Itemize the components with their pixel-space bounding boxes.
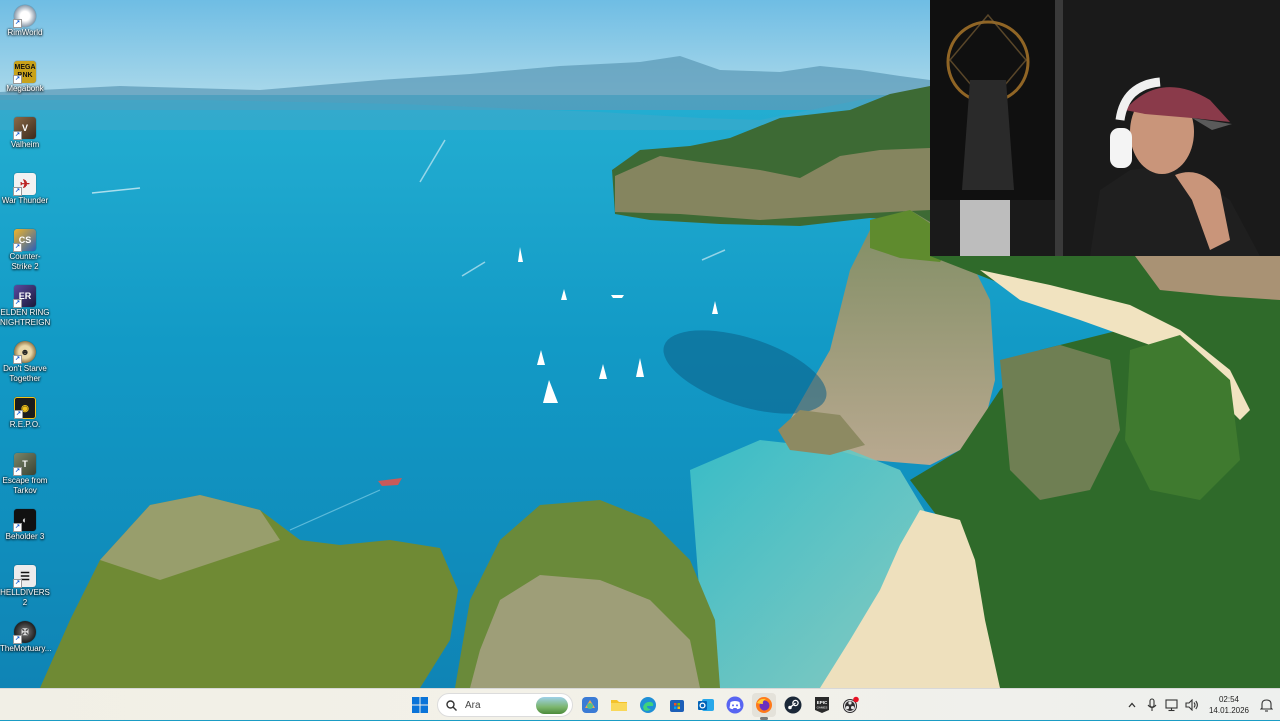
taskbar-apps: Ara EPIC GAMES (408, 693, 863, 720)
svg-text:GAMES: GAMES (817, 706, 828, 710)
clock-time: 02:54 (1218, 695, 1240, 704)
taskbar-clock[interactable]: 02:54 14.01.2026 (1206, 694, 1252, 716)
war-thunder-icon: ✈ ↗ (13, 173, 36, 196)
desktop-shortcut-helldivers-2[interactable]: ☰ ↗ HELLDIVERS 2 (0, 560, 50, 608)
epic-games-icon: EPICGAMES (815, 697, 829, 713)
volume-icon (1185, 699, 1198, 711)
epic-games-app[interactable]: EPIC GAMES (810, 693, 834, 717)
steam-app[interactable] (781, 693, 805, 717)
megabonk-icon: MEGA BNK ↗ (13, 61, 36, 84)
edge-app[interactable] (636, 693, 660, 717)
counter-strike-2-icon: CS ↗ (13, 229, 36, 252)
taskbar: Ara EPIC GAMES 02:54 14.01.2026 (0, 688, 1280, 720)
desktop-shortcut-dont-starve-together[interactable]: ☻ ↗ Don't Starve Together (0, 336, 50, 384)
desktop-shortcut-escape-from-tarkov[interactable]: T ↗ Escape from Tarkov (0, 448, 50, 496)
store-app[interactable] (665, 693, 689, 717)
store-icon (670, 700, 684, 712)
rimworld-icon: ↗ (13, 5, 36, 28)
dont-starve-together-icon: ☻ ↗ (13, 341, 36, 364)
repo-icon: ◉ ↗ (14, 397, 36, 419)
desktop-shortcut-label: TheMortuary... (0, 644, 52, 653)
discord-icon (726, 696, 744, 714)
helldivers-2-icon: ☰ ↗ (13, 565, 36, 588)
discord-app[interactable] (723, 693, 747, 717)
copilot-app[interactable] (578, 693, 602, 717)
obs-app[interactable] (839, 693, 863, 717)
taskbar-search-box[interactable]: Ara (437, 693, 573, 717)
file-explorer-app[interactable] (607, 693, 631, 717)
desktop-shortcut-label: HELLDIVERS 2 (0, 588, 50, 607)
obs-icon (843, 696, 859, 713)
desktop-shortcut-valheim[interactable]: V ↗ Valheim (0, 112, 50, 150)
search-icon (446, 699, 457, 711)
desktop-shortcut-label: Valheim (10, 140, 40, 149)
elden-ring-nightreign-icon: ER ↗ (13, 285, 36, 308)
system-tray: 02:54 14.01.2026 (1122, 689, 1280, 721)
network-icon (1165, 698, 1178, 711)
desktop-shortcut-beholder-3[interactable]: ◐ ↗ Beholder 3 (0, 504, 50, 542)
microphone-button[interactable] (1142, 695, 1162, 715)
desktop-shortcut-label: Don't Starve Together (3, 364, 47, 383)
valheim-icon: V ↗ (13, 117, 36, 140)
desktop-shortcut-label: RimWorld (7, 28, 43, 37)
desktop-shortcut-elden-ring-nightreign[interactable]: ER ↗ ELDEN RING NIGHTREIGN (0, 280, 50, 328)
desktop-shortcut-label: War Thunder (1, 196, 49, 205)
outlook-app[interactable] (694, 693, 718, 717)
show-hidden-icons-button[interactable] (1122, 695, 1142, 715)
search-placeholder: Ara (465, 699, 481, 711)
microphone-icon (1147, 698, 1157, 711)
start-button[interactable] (408, 693, 432, 717)
firefox-app[interactable] (752, 693, 776, 720)
beholder-3-icon: ◐ ↗ (13, 509, 36, 532)
windows-logo-icon (412, 697, 428, 713)
network-button[interactable] (1162, 695, 1182, 715)
firefox-icon (756, 697, 772, 713)
desktop-shortcut-megabonk[interactable]: MEGA BNK ↗ Megabonk (0, 56, 50, 94)
desktop-shortcut-rimworld[interactable]: ↗ RimWorld (0, 0, 50, 38)
desktop-shortcut-the-mortuary[interactable]: ✠ ↗ TheMortuary... (0, 616, 52, 654)
desktop-shortcut-counter-strike-2[interactable]: CS ↗ Counter-Strike 2 (0, 224, 50, 272)
desktop-shortcut-label: ELDEN RING NIGHTREIGN (0, 308, 51, 327)
chevron-up-icon (1128, 702, 1136, 708)
the-mortuary-icon: ✠ ↗ (13, 621, 36, 644)
notifications-button[interactable] (1256, 695, 1276, 715)
folder-icon (611, 700, 627, 711)
svg-text:EPIC: EPIC (817, 700, 828, 705)
webcam-overlay (930, 0, 1280, 256)
search-highlight-thumbnail (536, 697, 568, 714)
clock-date: 14.01.2026 (1208, 706, 1250, 715)
desktop-shortcut-war-thunder[interactable]: ✈ ↗ War Thunder (0, 168, 50, 206)
volume-button[interactable] (1182, 695, 1202, 715)
desktop-shortcut-label: Megabonk (6, 84, 44, 93)
desktop-shortcut-label: Escape from Tarkov (2, 476, 48, 495)
escape-from-tarkov-icon: T ↗ (13, 453, 36, 476)
desktop-shortcut-repo[interactable]: ◉ ↗ R.E.P.O. (0, 392, 50, 430)
outlook-icon (698, 699, 714, 711)
desktop-shortcut-label: Counter-Strike 2 (9, 252, 41, 271)
notification-bell-icon (1259, 699, 1273, 712)
desktop-shortcut-label: R.E.P.O. (9, 420, 41, 429)
copilot-icon (582, 697, 598, 713)
edge-icon (640, 697, 656, 713)
steam-icon (784, 696, 802, 714)
desktop-shortcut-label: Beholder 3 (5, 532, 45, 541)
